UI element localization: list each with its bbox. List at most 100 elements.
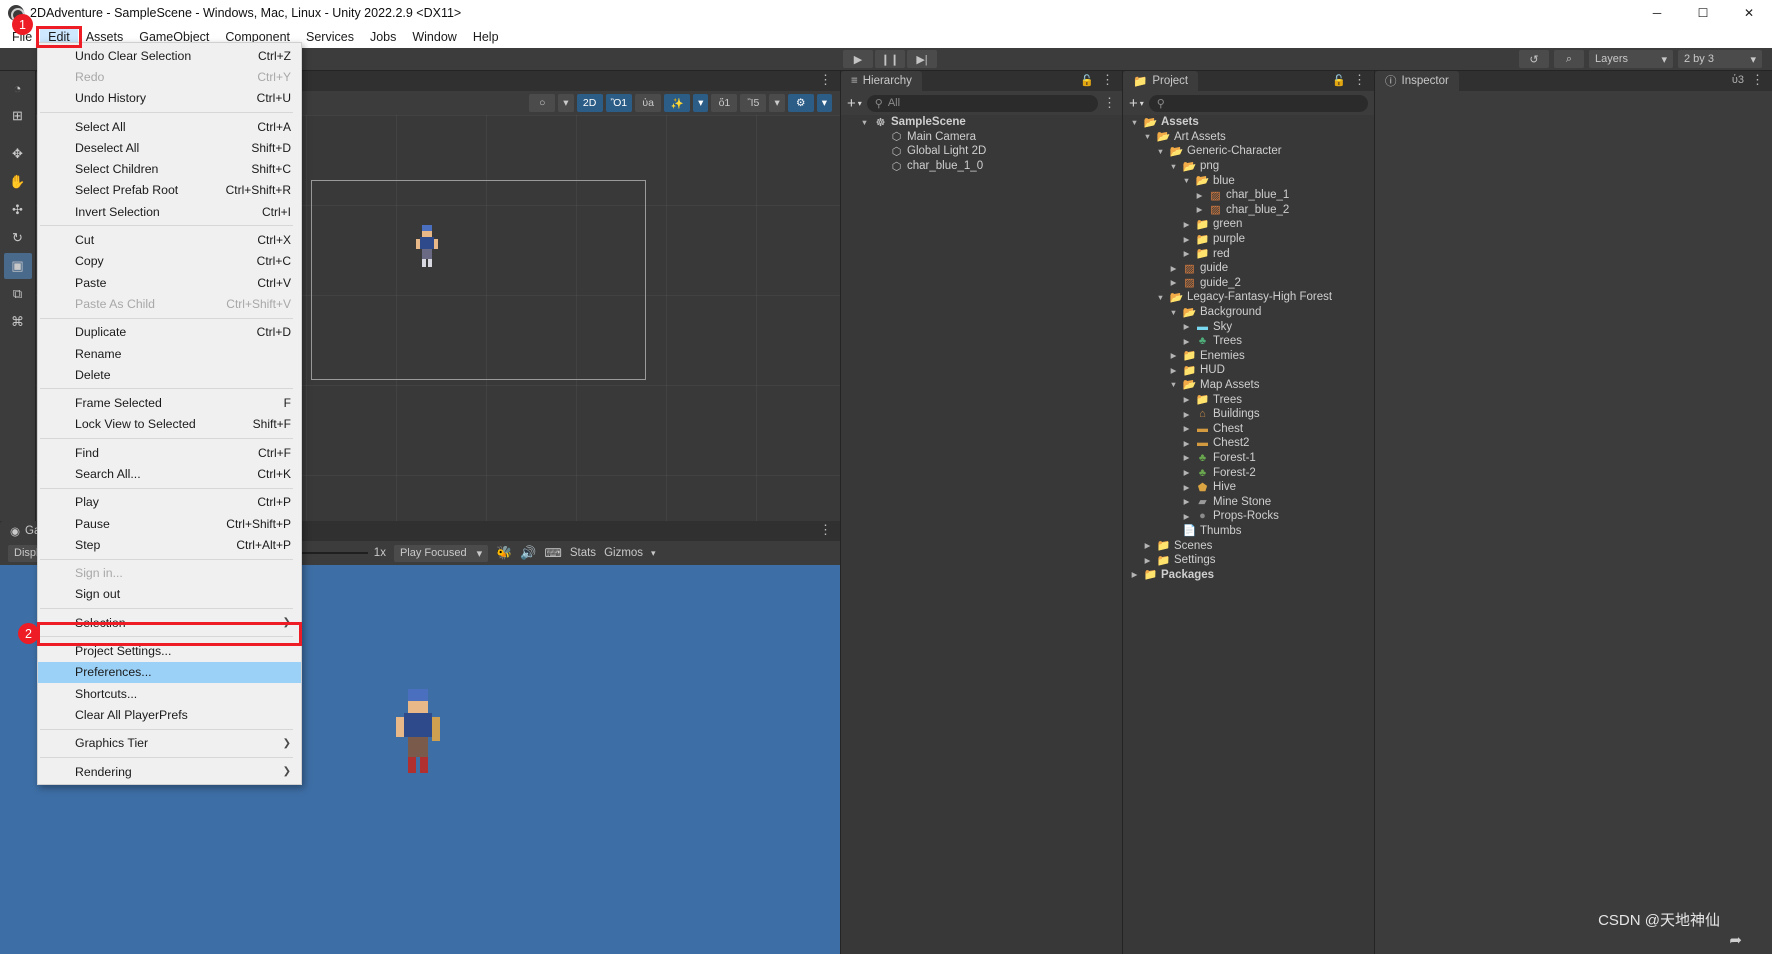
tree-item[interactable]: ▼ 📂 Map Assets <box>1123 378 1374 393</box>
menu-item-paste[interactable]: Paste Ctrl+V <box>38 272 301 293</box>
tree-item[interactable]: ▶ ▬ Chest <box>1123 421 1374 436</box>
menu-help[interactable]: Help <box>465 28 507 46</box>
chevron-right-icon[interactable]: ▶ <box>1129 570 1140 579</box>
menu-item-project-settings[interactable]: Project Settings... <box>38 640 301 661</box>
chevron-right-icon[interactable]: ▶ <box>1181 322 1192 331</box>
chevron-right-icon[interactable]: ▶ <box>1181 395 1192 404</box>
tree-item[interactable]: ▶ ▨ guide_2 <box>1123 276 1374 291</box>
chevron-down-icon[interactable]: ▼ <box>1168 308 1179 317</box>
chevron-right-icon[interactable]: ▶ <box>1181 453 1192 462</box>
menu-item-step[interactable]: Step Ctrl+Alt+P <box>38 534 301 555</box>
menu-item-undo-history[interactable]: Undo History Ctrl+U <box>38 88 301 109</box>
tree-item[interactable]: ▶ 📁 Packages <box>1123 567 1374 582</box>
menu-item-duplicate[interactable]: Duplicate Ctrl+D <box>38 322 301 343</box>
chevron-down-icon[interactable]: ▼ <box>1129 118 1140 127</box>
chevron-down-icon[interactable]: ▼ <box>1155 293 1166 302</box>
chevron-right-icon[interactable]: ▶ <box>1194 191 1205 200</box>
chevron-right-icon[interactable]: ▶ <box>1181 439 1192 448</box>
menu-item-invert-selection[interactable]: Invert Selection Ctrl+I <box>38 201 301 222</box>
menu-item-frame-selected[interactable]: Frame Selected F <box>38 392 301 413</box>
tree-item[interactable]: ▼ 📂 Assets <box>1123 115 1374 130</box>
menu-item-delete[interactable]: Delete <box>38 364 301 385</box>
chevron-down-icon[interactable]: ▼ <box>1155 147 1166 156</box>
tree-item[interactable]: ▶ ♣ Forest-1 <box>1123 451 1374 466</box>
tree-item[interactable]: ▼ 📂 Legacy-Fantasy-High Forest <box>1123 290 1374 305</box>
menu-item-rendering[interactable]: Rendering ❯ <box>38 761 301 782</box>
tree-item[interactable]: ▼ 📂 Art Assets <box>1123 130 1374 145</box>
inspector-menu-icon[interactable]: ⋮ <box>1751 72 1764 88</box>
chevron-right-icon[interactable]: ▶ <box>1181 249 1192 258</box>
chevron-right-icon[interactable]: ▶ <box>1168 351 1179 360</box>
chevron-right-icon[interactable]: ▶ <box>1168 366 1179 375</box>
chevron-right-icon[interactable]: ▶ <box>1181 483 1192 492</box>
add-gameobject-button[interactable]: + ▾ <box>847 95 862 112</box>
mute-audio-icon[interactable]: 🔊 <box>520 545 536 561</box>
lighting-toggle[interactable]: Ὂ1 <box>605 94 633 112</box>
tree-item[interactable]: ▶ 📁 Trees <box>1123 392 1374 407</box>
menu-services[interactable]: Services <box>298 28 362 46</box>
tree-item[interactable]: ▶ ♣ Forest-2 <box>1123 465 1374 480</box>
tree-item[interactable]: ▶ 📁 Scenes <box>1123 538 1374 553</box>
fx-dropdown[interactable]: ✨ <box>664 94 691 112</box>
maximize-button[interactable]: ☐ <box>1680 0 1726 26</box>
menu-item-sign-out[interactable]: Sign out <box>38 584 301 605</box>
tree-item[interactable]: ▶ ▨ char_blue_1 <box>1123 188 1374 203</box>
tree-item[interactable]: ▼ 📂 Generic-Character <box>1123 144 1374 159</box>
tree-item[interactable]: ▼ 📂 Background <box>1123 305 1374 320</box>
chevron-right-icon[interactable]: ▶ <box>1168 278 1179 287</box>
rotate-tool-icon[interactable]: ↻ <box>4 225 32 251</box>
menu-window[interactable]: Window <box>404 28 464 46</box>
step-button[interactable]: ▶| <box>907 50 937 68</box>
tree-item[interactable]: ▶ ⬡ char_blue_1_0 <box>841 159 1122 174</box>
chevron-down-icon[interactable]: ▾ <box>651 548 656 559</box>
chevron-right-icon[interactable]: ▶ <box>1181 235 1192 244</box>
2d-toggle[interactable]: 2D <box>576 94 603 112</box>
chevron-down-icon[interactable]: ▾ <box>816 94 832 112</box>
tree-item[interactable]: ▶ ▨ guide <box>1123 261 1374 276</box>
tab-project[interactable]: 📁 Project <box>1123 71 1199 91</box>
account-icon[interactable]: ◔ <box>4 75 32 101</box>
move-icon[interactable]: ✣ <box>4 197 32 223</box>
tree-item[interactable]: ▼ 📂 png <box>1123 159 1374 174</box>
menu-item-preferences[interactable]: Preferences... <box>38 661 301 684</box>
tree-item[interactable]: ▶ ▨ char_blue_2 <box>1123 203 1374 218</box>
menu-item-search-all[interactable]: Search All... Ctrl+K <box>38 463 301 484</box>
bug-icon[interactable]: 🐝 <box>496 545 512 561</box>
menu-item-find[interactable]: Find Ctrl+F <box>38 442 301 463</box>
menu-item-clear-all-playerprefs[interactable]: Clear All PlayerPrefs <box>38 704 301 725</box>
chevron-right-icon[interactable]: ▶ <box>1181 512 1192 521</box>
scene-visibility-toggle[interactable]: ὄ1 <box>711 94 738 112</box>
menu-item-rename[interactable]: Rename <box>38 343 301 364</box>
tree-item[interactable]: ▶ ⬟ Hive <box>1123 480 1374 495</box>
menu-item-deselect-all[interactable]: Deselect All Shift+D <box>38 137 301 158</box>
stats-keyboard-icon[interactable]: ⌨ <box>545 546 562 560</box>
chevron-right-icon[interactable]: ▶ <box>1181 410 1192 419</box>
lock-icon[interactable]: ὑ3 <box>1732 74 1744 86</box>
scale-tool-icon[interactable]: ⧉ <box>4 281 32 307</box>
menu-item-pause[interactable]: Pause Ctrl+Shift+P <box>38 513 301 534</box>
layers-dropdown[interactable]: Layers ▾ <box>1589 50 1673 68</box>
rect-tool-icon[interactable]: ▣ <box>3 253 32 279</box>
tree-item[interactable]: ▶ 📁 red <box>1123 246 1374 261</box>
stats-button[interactable]: Stats <box>570 547 596 559</box>
chevron-down-icon[interactable]: ▼ <box>1168 380 1179 389</box>
menu-item-graphics-tier[interactable]: Graphics Tier ❯ <box>38 733 301 754</box>
chevron-right-icon[interactable]: ▶ <box>1181 497 1192 506</box>
tree-item[interactable]: ▼ 📂 blue <box>1123 173 1374 188</box>
tree-item[interactable]: ▶ 📁 Enemies <box>1123 349 1374 364</box>
tree-item[interactable]: ▼ ☸ SampleScene <box>841 115 1122 130</box>
scene-panel-menu-icon[interactable]: ⋮ <box>819 72 840 91</box>
lock-icon[interactable]: 🔓 <box>1332 74 1346 87</box>
minimize-button[interactable]: ─ <box>1634 0 1680 26</box>
tree-item[interactable]: ▶📄Thumbs <box>1123 524 1374 539</box>
menu-jobs[interactable]: Jobs <box>362 28 404 46</box>
audio-toggle[interactable]: ὐa <box>635 94 662 112</box>
chevron-down-icon[interactable]: ▼ <box>1142 132 1153 141</box>
transform-tool-icon[interactable]: ⌘ <box>4 309 32 335</box>
chevron-down-icon[interactable]: ▾ <box>558 94 574 112</box>
play-mode-dropdown[interactable]: Play Focused ▾ <box>393 544 489 562</box>
chevron-down-icon[interactable]: ▼ <box>859 118 870 127</box>
chevron-right-icon[interactable]: ▶ <box>1142 541 1153 550</box>
camera-dropdown[interactable]: Ἲ5 <box>740 94 767 112</box>
move-tool-icon[interactable]: ✥ <box>4 141 32 167</box>
